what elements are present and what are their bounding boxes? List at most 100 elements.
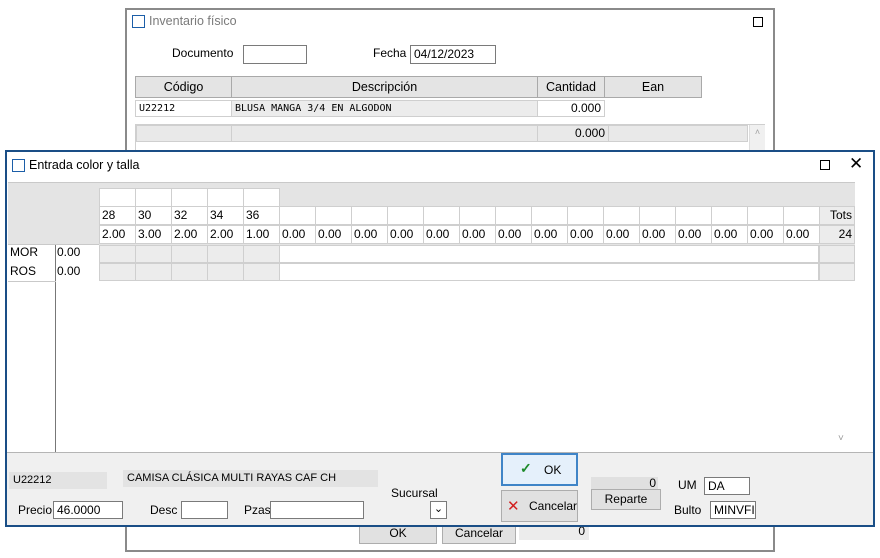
row-codigo[interactable]: U22212 bbox=[135, 100, 232, 117]
chevron-down-icon: ⌄ bbox=[433, 503, 444, 515]
precio-field[interactable]: 46.0000 bbox=[53, 501, 123, 519]
quantity-cell[interactable] bbox=[243, 263, 280, 281]
size-header-top[interactable] bbox=[243, 188, 280, 207]
size-total: 0.00 bbox=[639, 225, 676, 244]
size-label[interactable] bbox=[351, 206, 388, 225]
fecha-label: Fecha bbox=[373, 46, 407, 60]
size-total: 0.00 bbox=[783, 225, 820, 244]
size-label[interactable]: 36 bbox=[243, 206, 280, 225]
size-header-top[interactable] bbox=[207, 188, 244, 207]
size-header-top[interactable] bbox=[99, 188, 136, 207]
maximize-icon[interactable] bbox=[753, 17, 763, 27]
size-label[interactable] bbox=[387, 206, 424, 225]
row-value[interactable]: 0.00 bbox=[57, 264, 80, 278]
row-total bbox=[819, 245, 855, 263]
counter-field: 0 bbox=[591, 477, 658, 489]
size-label[interactable] bbox=[603, 206, 640, 225]
size-total: 0.00 bbox=[315, 225, 352, 244]
size-label[interactable] bbox=[711, 206, 748, 225]
quantity-cell[interactable] bbox=[171, 245, 208, 263]
row-color-label: MOR bbox=[10, 245, 38, 259]
footer-cancel-button[interactable]: ✕ Cancelar bbox=[501, 490, 578, 522]
color-size-dialog: Entrada color y talla ✕ 28 2.00 30 3.00 32 2.… bbox=[5, 150, 875, 527]
size-label[interactable] bbox=[783, 206, 820, 225]
size-label[interactable] bbox=[675, 206, 712, 225]
quantity-cell-blank[interactable] bbox=[279, 245, 819, 263]
size-label[interactable]: 30 bbox=[135, 206, 172, 225]
code-field: U22212 bbox=[9, 472, 107, 489]
size-total: 0.00 bbox=[495, 225, 532, 244]
size-total: 0.00 bbox=[423, 225, 460, 244]
size-label[interactable] bbox=[459, 206, 496, 225]
size-label[interactable] bbox=[315, 206, 352, 225]
quantity-cell-blank[interactable] bbox=[279, 263, 819, 281]
row-color-label: ROS bbox=[10, 264, 37, 278]
totals-cell bbox=[136, 125, 232, 142]
corner-cell bbox=[8, 183, 56, 245]
grand-total: 24 bbox=[819, 225, 855, 244]
quantity-cell[interactable] bbox=[207, 245, 244, 263]
quantity-cell[interactable] bbox=[99, 263, 136, 281]
precio-label: Precio bbox=[18, 503, 53, 517]
sucursal-dropdown[interactable]: ⌄ bbox=[430, 501, 447, 519]
size-label[interactable] bbox=[639, 206, 676, 225]
footer-ok-button[interactable]: ✓ OK bbox=[501, 453, 578, 486]
size-label[interactable] bbox=[747, 206, 784, 225]
quantity-cell[interactable] bbox=[207, 263, 244, 281]
size-label[interactable] bbox=[567, 206, 604, 225]
size-total: 0.00 bbox=[711, 225, 748, 244]
size-header-top[interactable] bbox=[171, 188, 208, 207]
size-label[interactable] bbox=[495, 206, 532, 225]
ok-label: OK bbox=[544, 463, 562, 477]
row-cantidad[interactable]: 0.000 bbox=[537, 100, 605, 117]
column-header-cantidad[interactable]: Cantidad bbox=[537, 76, 605, 98]
dialog-title: Entrada color y talla bbox=[29, 158, 140, 172]
maximize-icon[interactable] bbox=[820, 160, 830, 170]
tots-label: Tots bbox=[819, 206, 855, 225]
scrollbar[interactable]: ˄ bbox=[749, 125, 765, 152]
close-icon[interactable]: ✕ bbox=[849, 154, 863, 174]
size-total: 0.00 bbox=[351, 225, 388, 244]
fecha-field[interactable]: 04/12/2023 bbox=[410, 45, 496, 64]
value-header-cell bbox=[56, 183, 99, 245]
reparte-button[interactable]: Reparte bbox=[591, 489, 661, 510]
row-total bbox=[819, 263, 855, 281]
quantity-cell[interactable] bbox=[243, 245, 280, 263]
size-total: 2.00 bbox=[171, 225, 208, 244]
desc-field[interactable] bbox=[181, 501, 228, 519]
size-label[interactable]: 32 bbox=[171, 206, 208, 225]
size-label[interactable] bbox=[423, 206, 460, 225]
quantity-cell[interactable] bbox=[135, 245, 172, 263]
row-value[interactable]: 0.00 bbox=[57, 245, 80, 259]
bulto-label: Bulto bbox=[674, 503, 702, 517]
quantity-cell[interactable] bbox=[135, 263, 172, 281]
um-field[interactable]: DA bbox=[704, 477, 750, 495]
size-total: 0.00 bbox=[567, 225, 604, 244]
size-total: 0.00 bbox=[675, 225, 712, 244]
desc-label: Desc bbox=[150, 503, 178, 517]
quantity-cell[interactable] bbox=[171, 263, 208, 281]
size-label[interactable] bbox=[279, 206, 316, 225]
bulto-field[interactable]: MINVFIS bbox=[710, 501, 756, 519]
documento-field[interactable] bbox=[243, 45, 307, 64]
window-icon bbox=[12, 159, 25, 172]
chevron-up-icon[interactable]: ˄ bbox=[750, 125, 765, 139]
size-total: 2.00 bbox=[99, 225, 136, 244]
column-header-codigo[interactable]: Código bbox=[135, 76, 232, 98]
dialog-footer: U22212 CAMISA CLÁSICA MULTI RAYAS CAF CH… bbox=[7, 452, 873, 525]
size-total: 0.00 bbox=[387, 225, 424, 244]
size-header-top[interactable] bbox=[135, 188, 172, 207]
size-label[interactable]: 28 bbox=[99, 206, 136, 225]
quantity-cell[interactable] bbox=[99, 245, 136, 263]
size-label[interactable] bbox=[531, 206, 568, 225]
pzas-label: Pzas bbox=[244, 503, 271, 517]
um-label: UM bbox=[678, 478, 697, 492]
row-divider bbox=[8, 281, 56, 282]
size-label[interactable]: 34 bbox=[207, 206, 244, 225]
pzas-field[interactable] bbox=[270, 501, 364, 519]
column-header-descripcion[interactable]: Descripción bbox=[231, 76, 538, 98]
row-descripcion[interactable]: BLUSA MANGA 3/4 EN ALGODON bbox=[231, 100, 538, 117]
chevron-down-icon[interactable]: ˅ bbox=[838, 433, 844, 444]
size-total: 2.00 bbox=[207, 225, 244, 244]
column-header-ean[interactable]: Ean bbox=[604, 76, 702, 98]
